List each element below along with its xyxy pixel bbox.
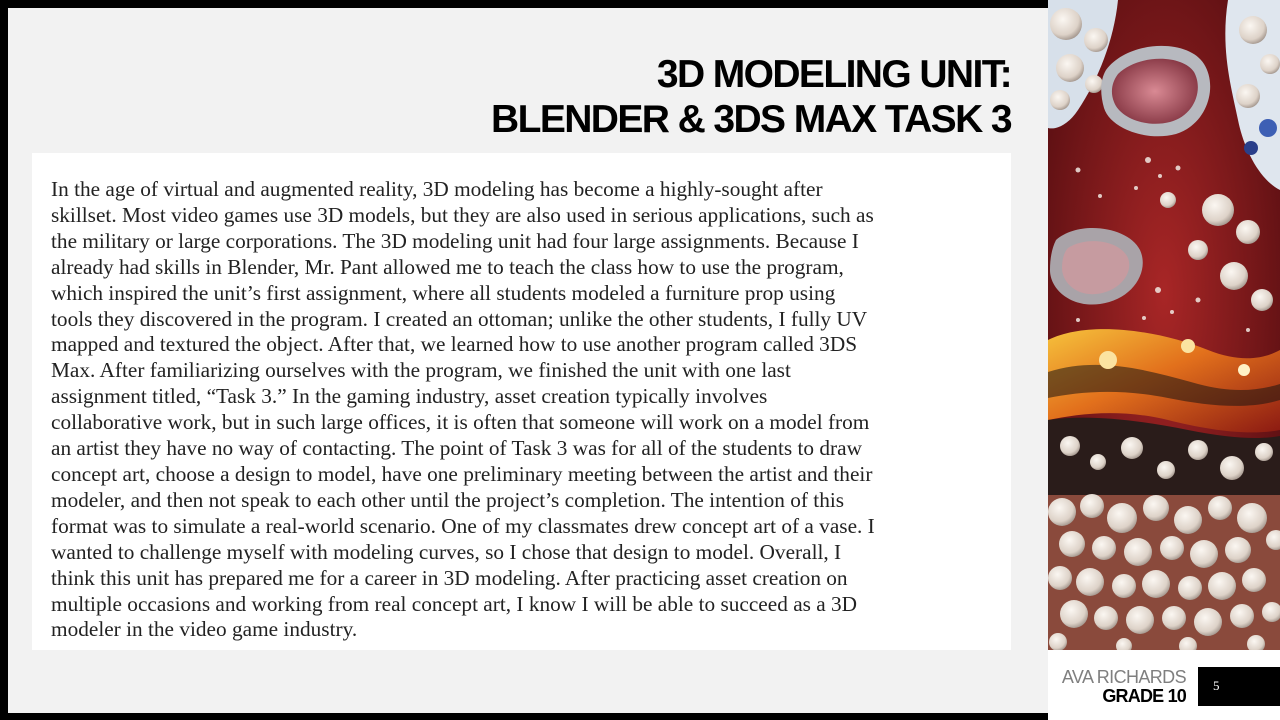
slide-title: 3D MODELING UNIT: BLENDER & 3DS MAX TASK… [491,52,1013,142]
body-paragraph: In the age of virtual and augmented real… [51,177,875,642]
abstract-art-image [1048,0,1280,650]
page-number-box: 5 [1198,667,1280,706]
slide-title-line-1: 3D MODELING UNIT: [656,53,1013,96]
author-name: AVA RICHARDS [1061,667,1187,687]
page-number: 5 [1213,678,1220,693]
slide-footer: AVA RICHARDS GRADE 10 5 [1048,650,1280,720]
author-grade: GRADE 10 [1102,686,1186,706]
slide-title-line-2: BLENDER & 3DS MAX TASK 3 [491,98,1013,141]
body-text-box: In the age of virtual and augmented real… [32,153,1011,650]
slide: 3D MODELING UNIT: BLENDER & 3DS MAX TASK… [8,8,1048,713]
